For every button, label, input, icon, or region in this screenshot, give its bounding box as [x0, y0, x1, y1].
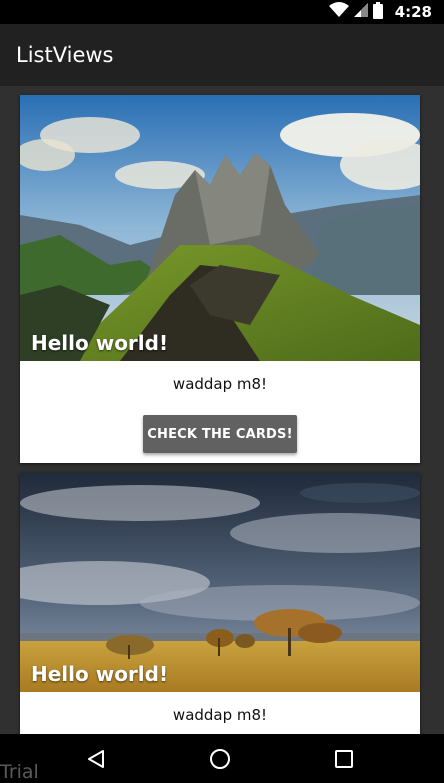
card-text: waddap m8! — [172, 706, 268, 724]
check-the-cards-button[interactable]: CHECK THE CARDS! — [143, 415, 297, 453]
wifi-icon — [328, 2, 349, 22]
card[interactable]: Hello world! waddap m8! — [20, 473, 420, 734]
recents-icon[interactable] — [314, 734, 374, 783]
card-title: Hello world! — [31, 331, 169, 355]
status-bar: 4:28 — [0, 0, 444, 24]
app-bar: ListViews — [0, 24, 444, 86]
card-text: waddap m8! — [172, 375, 268, 393]
card[interactable]: Hello world! waddap m8! CHECK THE CARDS! — [20, 95, 420, 463]
back-icon[interactable] — [66, 734, 126, 783]
navigation-bar: Trial — [0, 734, 444, 783]
app-title: ListViews — [16, 43, 114, 67]
status-time: 4:28 — [394, 3, 432, 21]
card-image: Hello world! — [20, 95, 420, 361]
card-image: Hello world! — [20, 473, 420, 692]
battery-icon — [372, 1, 383, 23]
trial-watermark: Trial — [0, 761, 39, 783]
card-list[interactable]: Hello world! waddap m8! CHECK THE CARDS! — [0, 86, 444, 734]
signal-icon — [353, 2, 369, 22]
home-icon[interactable] — [190, 734, 250, 783]
card-title: Hello world! — [31, 662, 169, 686]
status-icons — [328, 1, 383, 23]
